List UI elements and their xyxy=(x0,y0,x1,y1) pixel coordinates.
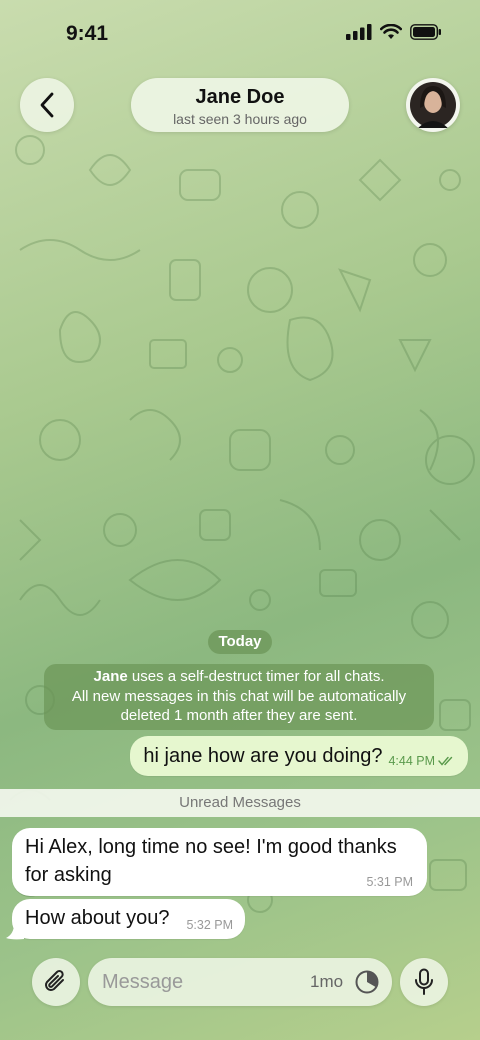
notice-line1: uses a self-destruct timer for all chats… xyxy=(131,668,385,685)
timer-label: 1mo xyxy=(310,972,344,991)
message-time: 4:44 PM xyxy=(388,754,435,768)
double-check-icon xyxy=(438,756,453,766)
attach-button[interactable] xyxy=(32,958,80,1006)
self-destruct-notice: Jane uses a self-destruct timer for all … xyxy=(44,664,434,730)
incoming-message[interactable]: Hi Alex, long time no see! I'm good than… xyxy=(12,828,427,896)
notice-line2: All new messages in this chat will be au… xyxy=(71,687,407,705)
last-seen-status: last seen 3 hours ago xyxy=(173,111,307,127)
outgoing-message[interactable]: hi jane how are you doing? 4:44 PM xyxy=(130,736,468,776)
message-time: 5:31 PM xyxy=(366,875,413,889)
chat-title[interactable]: Jane Doe last seen 3 hours ago xyxy=(131,78,349,132)
message-meta: 4:44 PM xyxy=(388,754,456,768)
chat-screen: 9:41 Jane Doe last seen 3 hours ago Toda… xyxy=(0,0,480,1040)
back-chevron-icon xyxy=(40,92,54,118)
status-icons xyxy=(346,24,442,40)
timer-icon[interactable] xyxy=(354,969,380,995)
unread-messages-divider: Unread Messages xyxy=(0,789,480,817)
incoming-message[interactable]: How about you? 5:32 PM xyxy=(12,899,245,939)
message-text: hi jane how are you doing? xyxy=(143,744,383,767)
paperclip-icon xyxy=(45,970,64,991)
contact-name: Jane Doe xyxy=(195,86,285,108)
message-time: 5:32 PM xyxy=(186,918,233,932)
voice-record-button[interactable] xyxy=(400,958,448,1006)
bubble-tail xyxy=(6,924,24,940)
status-time: 9:41 xyxy=(66,22,109,45)
message-text: How about you? xyxy=(25,907,170,929)
date-separator: Today xyxy=(208,630,272,654)
notice-contact-name: Jane xyxy=(93,668,128,685)
battery-icon xyxy=(410,24,441,40)
message-composer[interactable]: 1mo xyxy=(88,958,392,1006)
message-text: Hi Alex, long time no see! I'm good than… xyxy=(25,836,397,886)
notice-line3: deleted 1 month after they are sent. xyxy=(120,707,358,724)
back-button[interactable] xyxy=(20,78,74,132)
signal-icon xyxy=(346,24,372,40)
message-input[interactable] xyxy=(102,958,292,1006)
avatar[interactable] xyxy=(406,78,460,132)
microphone-icon xyxy=(415,968,433,995)
wifi-icon xyxy=(380,24,402,39)
